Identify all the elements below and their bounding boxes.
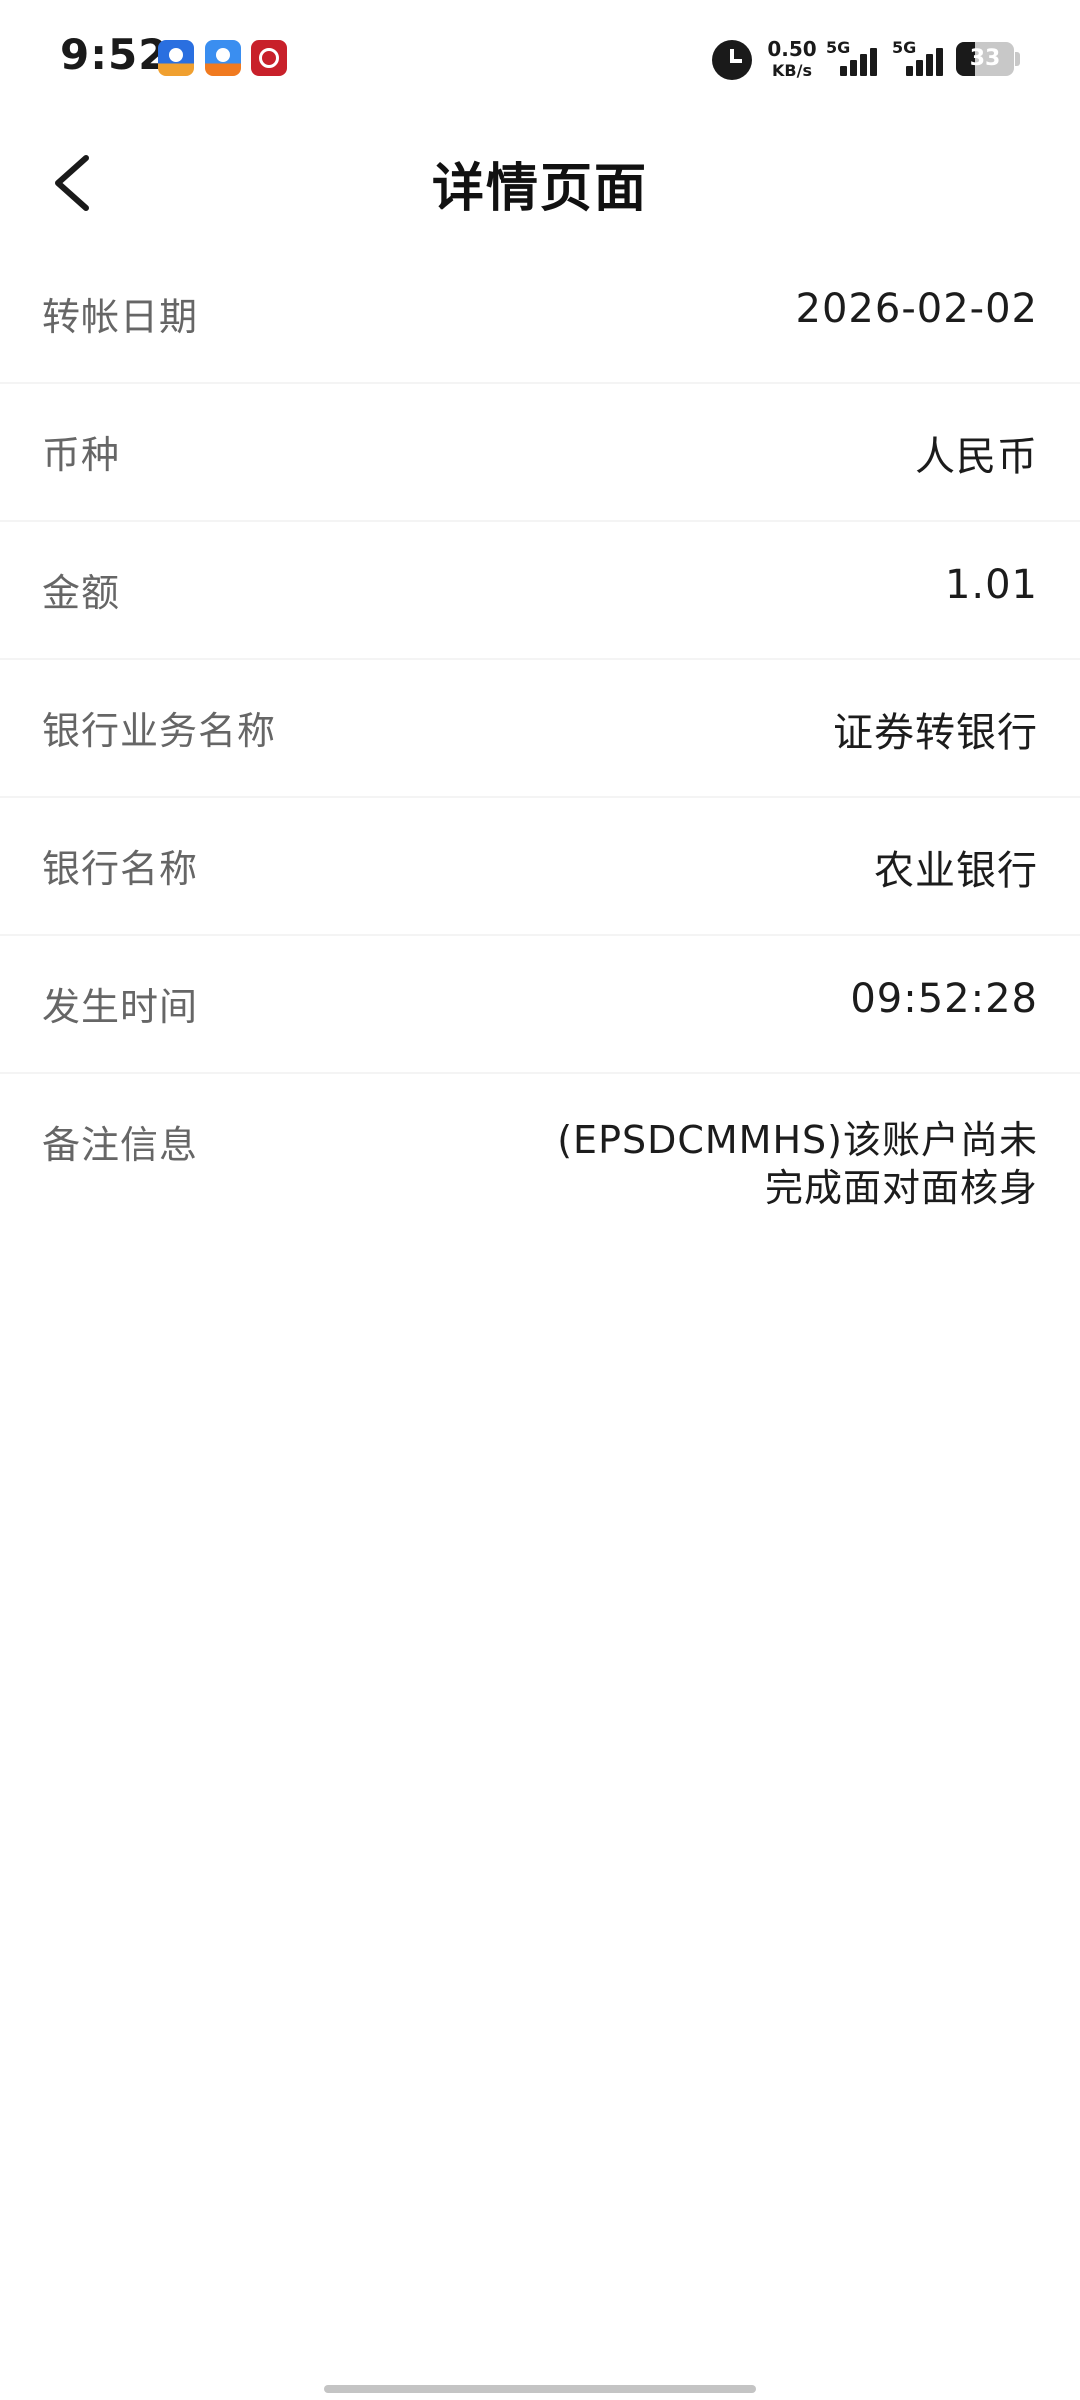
battery-icon: 33 [956,42,1014,76]
status-bar: 9:52 0.50 KB/s 5G 5G 33 [0,0,1080,118]
app-notification-icon-1 [158,40,194,76]
network-speed-value: 0.50 [767,37,817,61]
detail-label: 币种 [42,433,121,477]
detail-row-bank-name: 银行名称 农业银行 [0,798,1080,936]
detail-label: 银行业务名称 [42,709,277,753]
network-speed-unit: KB/s [772,61,812,80]
home-indicator[interactable] [324,2385,756,2393]
detail-label: 发生时间 [42,985,199,1029]
detail-list: 转帐日期 2026-02-02 币种 人民币 金额 1.01 银行业务名称 证券… [0,246,1080,1224]
detail-label: 转帐日期 [42,295,199,339]
detail-label: 银行名称 [42,847,199,891]
signal-icon-2: 5G [892,38,952,80]
nav-header: 详情页面 [0,118,1080,242]
detail-value: (EPSDCMMHS)该账户尚未完成面对面核身 [557,1118,1038,1210]
detail-value: 农业银行 [874,848,1038,894]
battery-tip [1015,52,1020,66]
detail-label: 金额 [42,571,121,615]
network-speed: 0.50 KB/s [762,38,822,82]
status-time: 9:52 [60,30,169,79]
signal-icon-1: 5G [826,38,886,80]
detail-row-business-name: 银行业务名称 证券转银行 [0,660,1080,798]
detail-value: 人民币 [915,434,1038,480]
network-type-label-1: 5G [826,38,851,57]
app-notification-icon-2 [205,40,241,76]
alarm-icon [712,40,752,80]
detail-row-currency: 币种 人民币 [0,384,1080,522]
battery-level: 33 [969,46,1001,71]
app-notification-icon-3 [251,40,287,76]
detail-row-transfer-date: 转帐日期 2026-02-02 [0,246,1080,384]
detail-row-amount: 金额 1.01 [0,522,1080,660]
detail-row-occurrence-time: 发生时间 09:52:28 [0,936,1080,1074]
page-title: 详情页面 [431,159,648,219]
detail-label: 备注信息 [42,1123,199,1167]
detail-value: 2026-02-02 [795,286,1038,332]
detail-value: 1.01 [944,562,1038,608]
detail-row-remarks: 备注信息 (EPSDCMMHS)该账户尚未完成面对面核身 [0,1074,1080,1224]
detail-value: 证券转银行 [833,710,1038,756]
detail-value: 09:52:28 [850,976,1038,1022]
network-type-label-2: 5G [892,38,917,57]
